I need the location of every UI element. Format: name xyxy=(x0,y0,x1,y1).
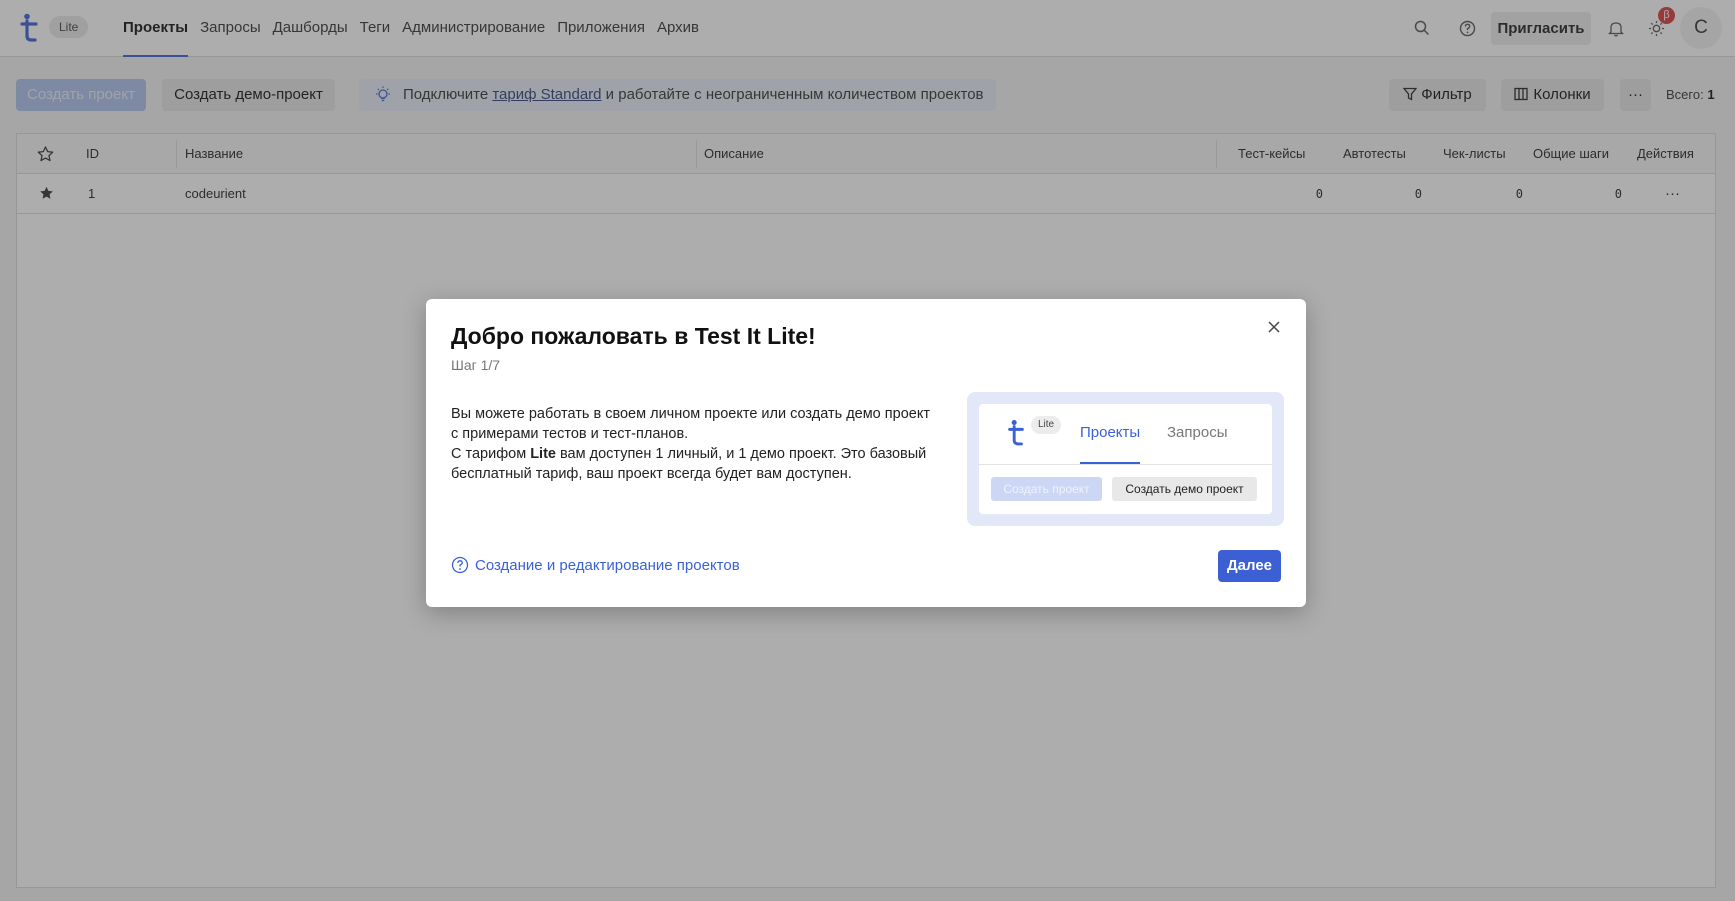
dialog-preview-illustration: Lite Проекты Запросы Создать проект Созд… xyxy=(967,392,1284,526)
dialog-title: Добро пожаловать в Test It Lite! xyxy=(451,323,816,349)
dialog-step: Шаг 1/7 xyxy=(451,357,501,373)
preview-logo-icon xyxy=(1008,420,1024,446)
preview-tab-requests: Запросы xyxy=(1167,424,1228,441)
dialog-text-line2-prefix: С тарифом xyxy=(451,446,531,462)
dialog-description: Вы можете работать в своем личном проект… xyxy=(451,404,941,484)
preview-card: Lite Проекты Запросы Создать проект Созд… xyxy=(979,404,1272,514)
preview-tab-projects: Проекты xyxy=(1080,404,1141,464)
close-icon[interactable] xyxy=(1266,319,1282,335)
welcome-dialog: Добро пожаловать в Test It Lite! Шаг 1/7… xyxy=(426,299,1306,607)
preview-create-button: Создать проект xyxy=(991,477,1102,501)
dialog-text-line2: С тарифом Lite вам доступен 1 личный, и … xyxy=(451,444,941,484)
preview-divider xyxy=(979,464,1272,465)
dialog-text-line1: Вы можете работать в своем личном проект… xyxy=(451,406,930,442)
preview-lite-badge: Lite xyxy=(1031,416,1062,434)
preview-demo-button: Создать демо проект xyxy=(1112,477,1257,501)
help-link[interactable]: Создание и редактирование проектов xyxy=(451,556,740,574)
help-link-label: Создание и редактирование проектов xyxy=(475,556,740,574)
question-circle-icon xyxy=(451,556,469,574)
dialog-text-lite: Lite xyxy=(530,446,556,462)
next-button[interactable]: Далее xyxy=(1218,550,1281,582)
